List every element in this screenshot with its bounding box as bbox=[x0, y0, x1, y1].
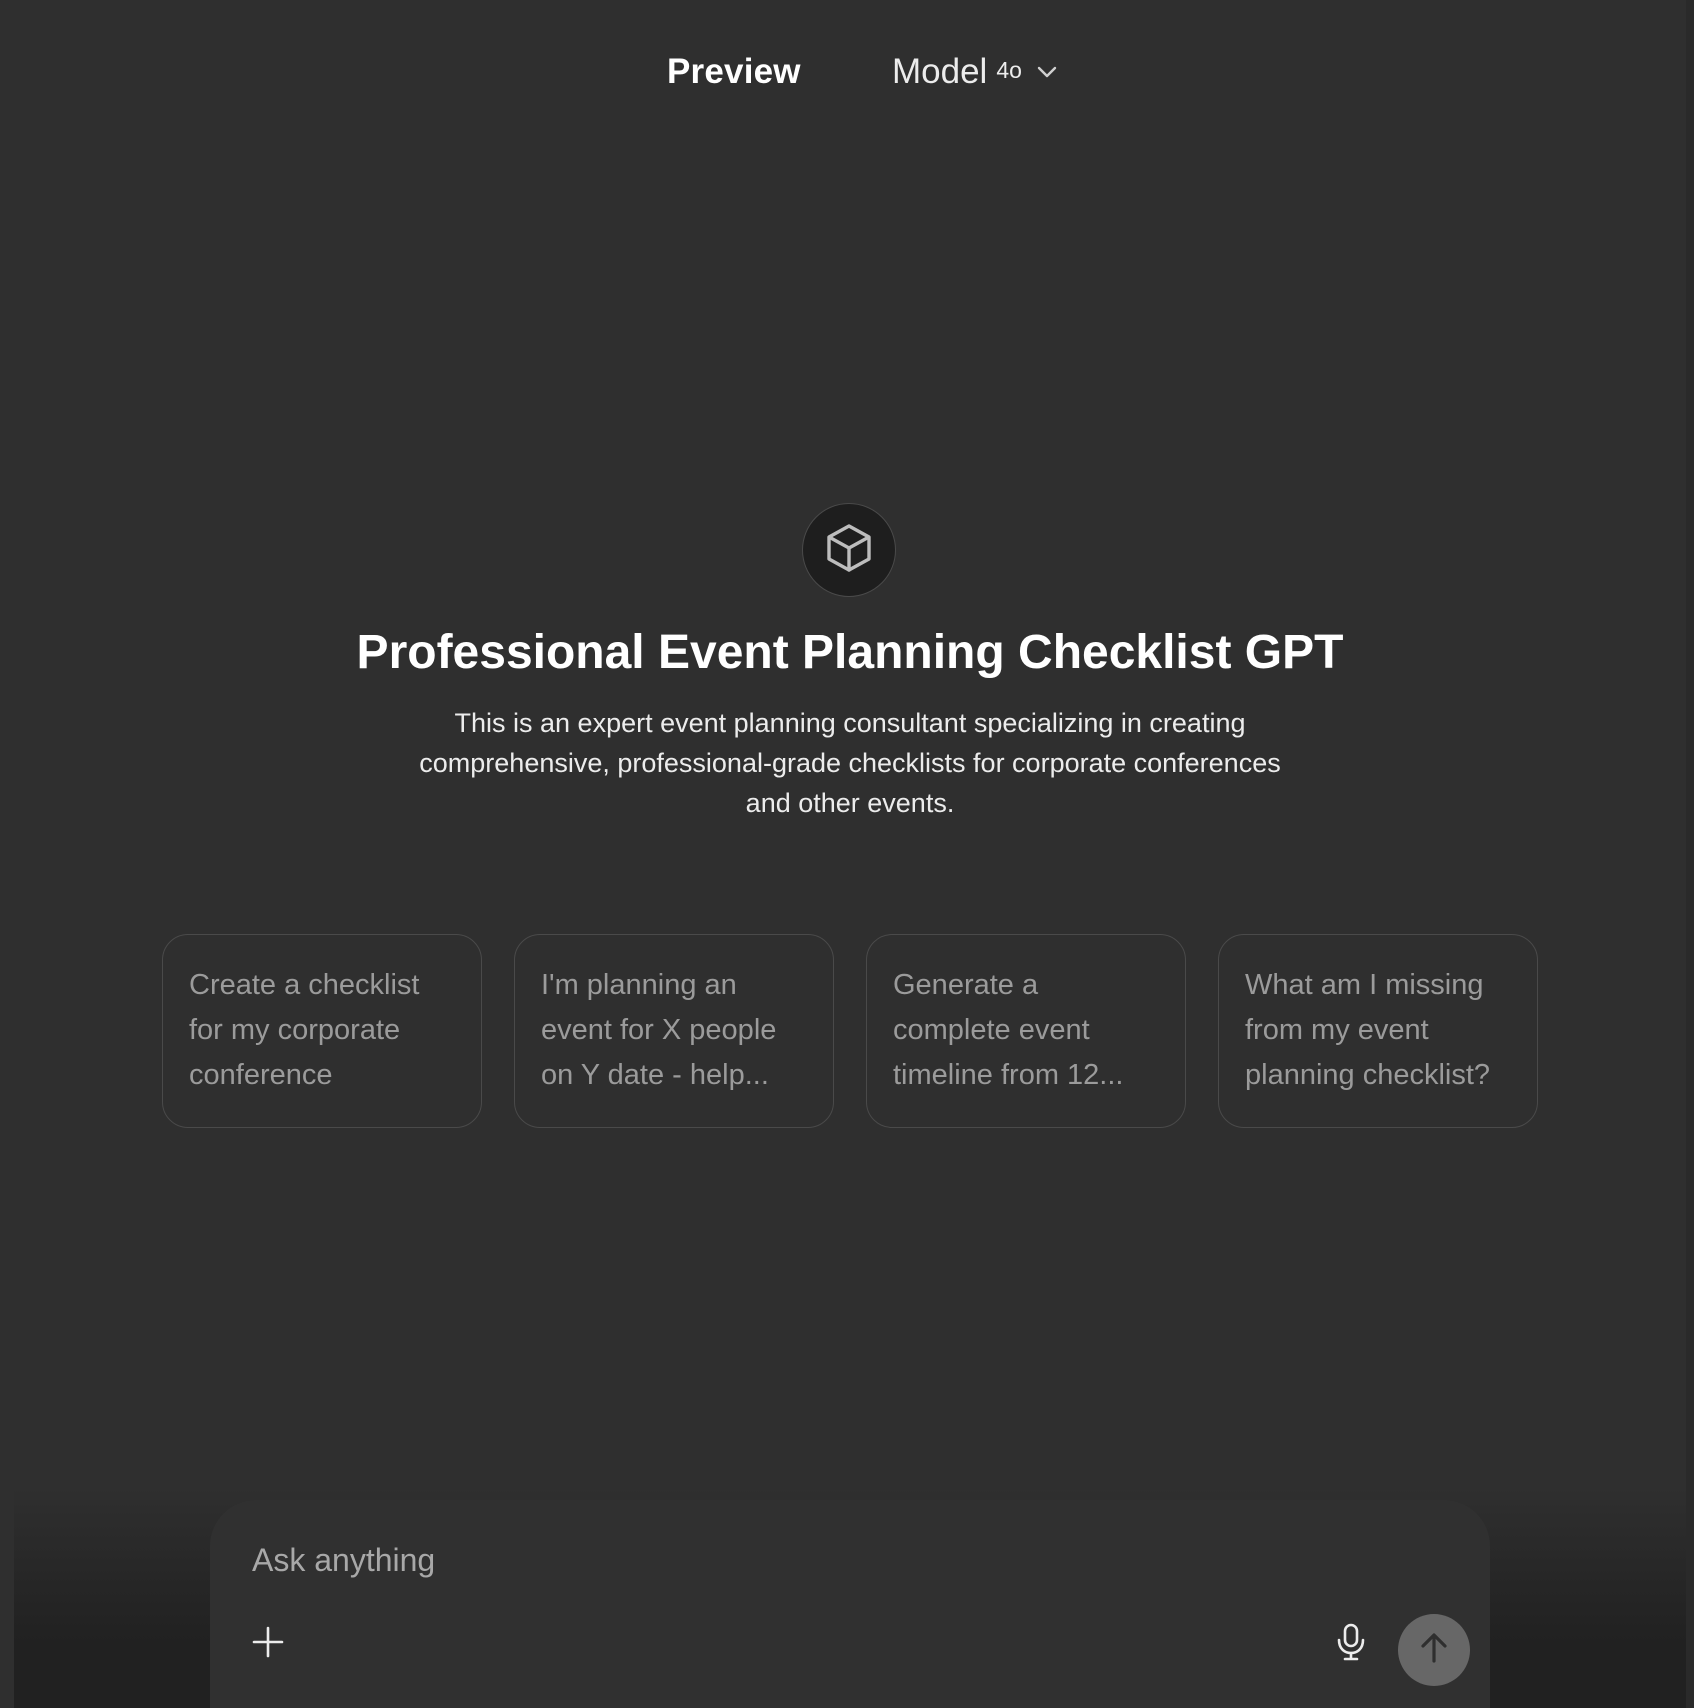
suggestion-card[interactable]: What am I missing from my event planning… bbox=[1218, 934, 1538, 1128]
suggestion-cards: Create a checklist for my corporate conf… bbox=[162, 934, 1542, 1128]
model-selector[interactable]: Model 4o bbox=[892, 52, 1060, 92]
top-header: Preview Model 4o bbox=[0, 48, 1694, 104]
cube-icon bbox=[822, 521, 876, 580]
arrow-up-icon bbox=[1417, 1631, 1451, 1670]
suggestion-card[interactable]: Create a checklist for my corporate conf… bbox=[162, 934, 482, 1128]
attach-button[interactable] bbox=[246, 1622, 290, 1666]
message-input[interactable] bbox=[252, 1536, 1252, 1584]
message-composer bbox=[210, 1500, 1490, 1708]
chevron-down-icon bbox=[1034, 59, 1060, 85]
app-frame: Preview Model 4o Professional Event Plan… bbox=[0, 0, 1694, 1708]
send-button[interactable] bbox=[1398, 1614, 1470, 1686]
voice-input-button[interactable] bbox=[1328, 1620, 1374, 1668]
gpt-title: Professional Event Planning Checklist GP… bbox=[356, 626, 1344, 679]
gpt-avatar bbox=[802, 503, 896, 597]
suggestion-card[interactable]: I'm planning an event for X people on Y … bbox=[514, 934, 834, 1128]
scroll-edge bbox=[1686, 0, 1694, 1708]
preview-title: Preview bbox=[667, 52, 801, 91]
microphone-icon bbox=[1336, 1623, 1366, 1666]
model-label: Model bbox=[892, 52, 988, 91]
plus-icon bbox=[251, 1625, 285, 1664]
model-version: 4o bbox=[996, 56, 1022, 83]
suggestion-card[interactable]: Generate a complete event timeline from … bbox=[866, 934, 1186, 1128]
gpt-description: This is an expert event planning consult… bbox=[419, 708, 1281, 818]
